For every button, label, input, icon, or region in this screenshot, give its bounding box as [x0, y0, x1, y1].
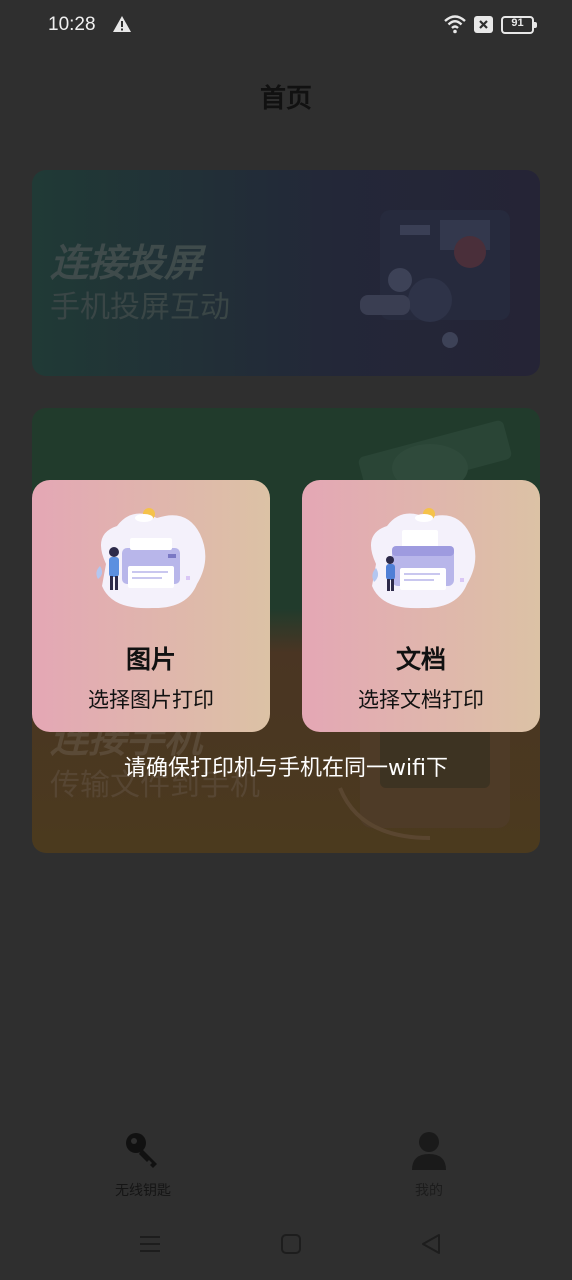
- print-image-title: 图片: [125, 645, 176, 674]
- nav-label-mine: 我的: [415, 1183, 443, 1199]
- sim-blocked-icon: [474, 16, 493, 33]
- battery-icon: 91: [501, 16, 537, 34]
- user-icon: [412, 1132, 446, 1170]
- page-title: 首页: [259, 84, 312, 114]
- printer-illustration: [96, 508, 206, 609]
- print-document-subtitle: 选择文档打印: [358, 688, 484, 712]
- print-image-option[interactable]: 图片 选择图片打印: [32, 480, 270, 732]
- screen-mirror-subtitle: 手机投屏互动: [50, 290, 230, 325]
- status-time: 10:28: [48, 14, 96, 35]
- nav-item-mine[interactable]: 我的: [359, 1120, 499, 1200]
- back-icon[interactable]: [419, 1232, 443, 1256]
- warning-icon: [113, 16, 131, 32]
- screen-mirror-title: 连接投屏: [50, 241, 203, 285]
- menu-icon[interactable]: [138, 1232, 162, 1256]
- wifi-hint-text: 请确保打印机与手机在同一wifi下: [124, 756, 448, 781]
- battery-level: 91: [511, 17, 524, 29]
- print-document-title: 文档: [395, 645, 446, 674]
- print-image-subtitle: 选择图片打印: [88, 688, 214, 712]
- print-document-option[interactable]: 文档 选择文档打印: [302, 480, 540, 732]
- key-icon: [126, 1133, 157, 1168]
- nav-item-wireless-key[interactable]: 无线钥匙: [73, 1120, 213, 1200]
- astronaut-illustration: [360, 210, 510, 348]
- nav-label-wireless-key: 无线钥匙: [115, 1183, 171, 1199]
- home-icon[interactable]: [279, 1232, 303, 1256]
- wifi-icon: [444, 15, 466, 34]
- status-bar: 10:28 91: [0, 0, 572, 52]
- screen-mirror-card[interactable]: 连接投屏 手机投屏互动: [32, 170, 540, 376]
- bottom-nav: 无线钥匙 我的: [0, 1120, 572, 1210]
- printer-illustration: [370, 508, 476, 609]
- system-nav-bar: [0, 1220, 572, 1270]
